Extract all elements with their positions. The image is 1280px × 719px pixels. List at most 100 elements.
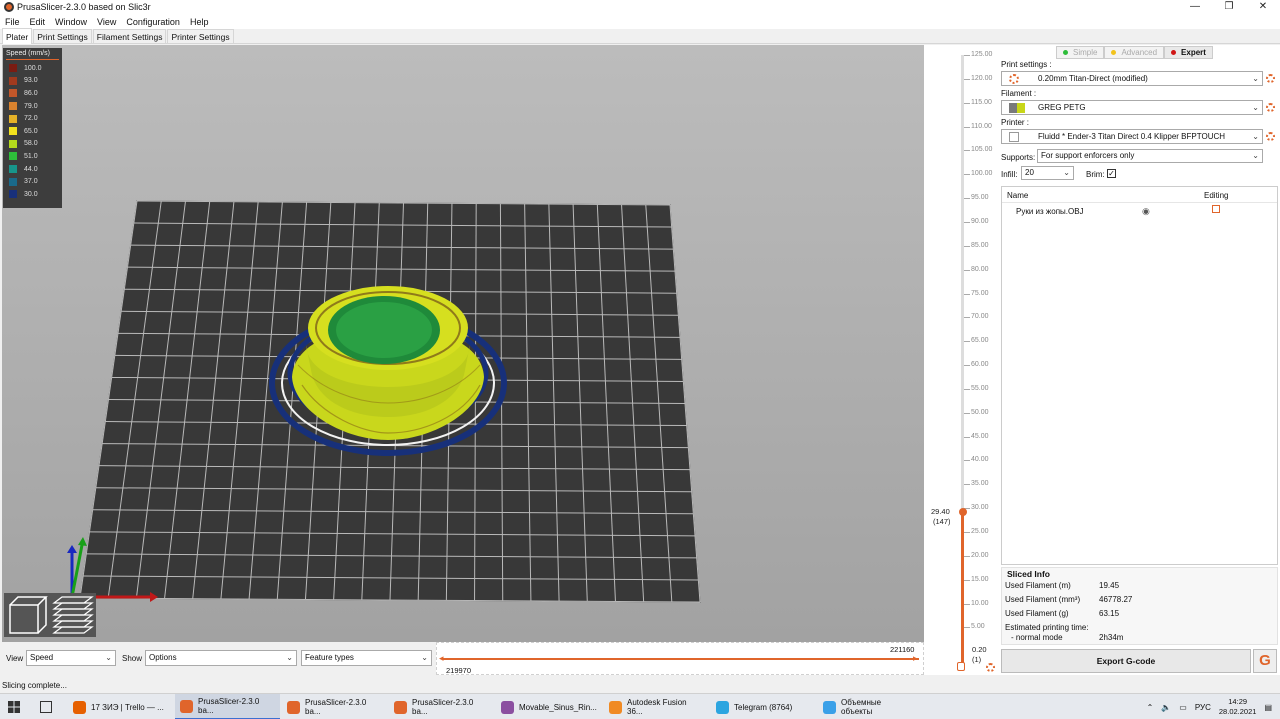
legend-swatch bbox=[9, 152, 17, 161]
column-editing[interactable]: Editing bbox=[1204, 191, 1228, 200]
menu-file[interactable]: File bbox=[0, 15, 25, 29]
filament-color-swatch-icon bbox=[1009, 103, 1025, 113]
layer-slider[interactable]: 125.00 120.00 115.00 110.00 105.00 100.00 95.0… bbox=[924, 45, 1000, 675]
taskbar-item[interactable]: PrusaSlicer-2.3.0 ba... bbox=[389, 694, 494, 719]
used-filament-g-value: 63.15 bbox=[1099, 609, 1120, 618]
brim-checkbox[interactable]: ✓ bbox=[1107, 169, 1116, 178]
3d-preview-viewport[interactable]: Speed (mm/s) 100.0 93.0 86.0 79.0 72.0 65.0 58… bbox=[2, 45, 924, 642]
used-filament-g-label: Used Filament (g) bbox=[1005, 609, 1069, 618]
move-slider[interactable]: 221160 ◂ ▸ 219970 bbox=[436, 642, 924, 675]
filament-gear-icon[interactable] bbox=[1266, 103, 1275, 112]
layer-height-tick: 40.00 bbox=[971, 456, 989, 464]
object-list-header: Name Editing bbox=[1002, 187, 1277, 203]
taskbar-item-label: Telegram (8764) bbox=[734, 702, 793, 712]
legend-swatch bbox=[9, 89, 17, 98]
left-arrow-icon[interactable]: ◂ bbox=[439, 653, 444, 664]
mode-expert-button[interactable]: Expert bbox=[1164, 46, 1213, 59]
menu-configuration[interactable]: Configuration bbox=[121, 15, 185, 29]
visibility-eye-icon[interactable]: ◉ bbox=[1142, 206, 1150, 217]
menu-help[interactable]: Help bbox=[185, 15, 214, 29]
layer-height-tick: 30.00 bbox=[971, 504, 989, 512]
status-bar: Slicing complete... bbox=[0, 680, 1280, 692]
layer-tick-mark bbox=[964, 436, 970, 438]
chevron-down-icon: ⌄ bbox=[105, 653, 112, 662]
menu-edit[interactable]: Edit bbox=[25, 15, 51, 29]
show-combo[interactable]: Options ⌄ bbox=[145, 650, 297, 666]
mode-advanced-button[interactable]: Advanced bbox=[1104, 46, 1165, 59]
print-settings-label: Print settings : bbox=[1001, 60, 1052, 69]
legend-value: 65.0 bbox=[24, 127, 38, 135]
right-arrow-icon[interactable]: ▸ bbox=[913, 653, 918, 664]
legend-swatch bbox=[9, 64, 17, 73]
used-filament-m-label: Used Filament (m) bbox=[1005, 581, 1071, 590]
chevron-down-icon: ⌄ bbox=[1252, 103, 1259, 112]
maximize-button[interactable]: ❐ bbox=[1212, 0, 1246, 15]
app-icon bbox=[823, 700, 836, 714]
clock[interactable]: 14:29 28.02.2021 bbox=[1219, 697, 1257, 717]
used-filament-m-value: 19.45 bbox=[1099, 581, 1120, 590]
task-view-icon[interactable] bbox=[40, 701, 52, 713]
layer-height-tick: 110.00 bbox=[971, 122, 992, 130]
used-filament-mm3-value: 46778.27 bbox=[1099, 595, 1133, 604]
export-gcode-button[interactable]: Export G-code bbox=[1001, 649, 1251, 673]
windows-start-icon[interactable] bbox=[8, 701, 20, 713]
infill-combo[interactable]: 20 ⌄ bbox=[1021, 166, 1074, 180]
notifications-icon[interactable]: ▤ bbox=[1264, 703, 1272, 712]
legend-title: Speed (mm/s) bbox=[6, 50, 59, 60]
feature-types-combo[interactable]: Feature types ⌄ bbox=[301, 650, 432, 666]
tab-filament-settings[interactable]: Filament Settings bbox=[92, 29, 167, 43]
tab-plater[interactable]: Plater bbox=[2, 28, 33, 44]
layer-height-tick: 15.00 bbox=[971, 575, 989, 583]
mode-simple-button[interactable]: Simple bbox=[1056, 46, 1105, 59]
legend-swatch bbox=[9, 102, 17, 111]
edit-icon[interactable] bbox=[1212, 205, 1220, 213]
column-name[interactable]: Name bbox=[1007, 191, 1028, 200]
taskbar-item-label: Autodesk Fusion 36... bbox=[627, 698, 687, 716]
view-combo[interactable]: Speed ⌄ bbox=[26, 650, 116, 666]
mode-simple-label: Simple bbox=[1073, 48, 1098, 57]
lock-icon[interactable] bbox=[957, 662, 965, 671]
network-icon[interactable]: ▭ bbox=[1179, 703, 1187, 712]
taskbar-item[interactable]: PrusaSlicer-2.3.0 ba... bbox=[175, 694, 280, 719]
tab-print-settings[interactable]: Print Settings bbox=[33, 29, 92, 43]
filament-combo[interactable]: GREG PETG ⌄ bbox=[1001, 100, 1263, 115]
taskbar-item[interactable]: Telegram (8764) bbox=[711, 694, 816, 719]
printer-gear-icon[interactable] bbox=[1266, 132, 1275, 141]
taskbar-item[interactable]: Autodesk Fusion 36... bbox=[604, 694, 709, 719]
tray-chevron-up-icon[interactable]: ⌃ bbox=[1147, 703, 1154, 712]
taskbar-item[interactable]: PrusaSlicer-2.3.0 ba... bbox=[282, 694, 387, 719]
send-gcode-icon[interactable]: G bbox=[1253, 649, 1277, 673]
minimize-button[interactable]: — bbox=[1178, 0, 1212, 15]
legend-item: 79.0 bbox=[6, 100, 59, 113]
print-settings-combo[interactable]: 0.20mm Titan-Direct (modified) ⌄ bbox=[1001, 71, 1263, 86]
object-list[interactable]: Name Editing Руки из жопы.OBJ ◉ bbox=[1001, 186, 1278, 565]
taskbar-item[interactable]: 17 ЗИЭ | Trello — ... bbox=[68, 694, 173, 719]
move-slider-track[interactable] bbox=[443, 658, 919, 660]
3d-view-cube-icon bbox=[9, 596, 48, 634]
legend-item: 72.0 bbox=[6, 112, 59, 125]
close-button[interactable]: ✕ bbox=[1246, 0, 1280, 15]
legend-swatch bbox=[9, 114, 17, 123]
taskbar-item[interactable]: Объемные объекты bbox=[818, 694, 918, 719]
taskbar-item[interactable]: Movable_Sinus_Rin... bbox=[496, 694, 602, 719]
language-indicator[interactable]: РУС bbox=[1195, 703, 1211, 712]
volume-icon[interactable]: 🔈 bbox=[1161, 703, 1171, 712]
layer-tick-mark bbox=[964, 55, 970, 56]
mode-switcher: Simple Advanced Expert bbox=[1056, 46, 1213, 59]
printer-combo[interactable]: Fluidd * Ender-3 Titan Direct 0.4 Klippe… bbox=[1001, 129, 1263, 144]
menu-view[interactable]: View bbox=[92, 15, 121, 29]
object-row[interactable]: Руки из жопы.OBJ ◉ bbox=[1002, 205, 1277, 219]
clock-time: 14:29 bbox=[1228, 697, 1248, 706]
print-settings-gear-icon[interactable] bbox=[1266, 74, 1275, 83]
sliced-info-panel: Sliced Info Used Filament (m) 19.45 Used… bbox=[1001, 567, 1278, 645]
menu-window[interactable]: Window bbox=[50, 15, 92, 29]
printer-value: Fluidd * Ender-3 Titan Direct 0.4 Klippe… bbox=[1038, 132, 1226, 141]
slider-settings-gear-icon[interactable] bbox=[986, 663, 995, 672]
layer-height-tick: 95.00 bbox=[971, 194, 989, 202]
move-slider-max-value: 221160 bbox=[890, 645, 915, 654]
layer-tick-mark bbox=[964, 579, 970, 581]
brim-label: Brim: bbox=[1086, 170, 1105, 179]
supports-combo[interactable]: For support enforcers only ⌄ bbox=[1037, 149, 1263, 163]
tab-printer-settings[interactable]: Printer Settings bbox=[167, 29, 234, 43]
upper-thumb-handle[interactable] bbox=[959, 508, 967, 516]
